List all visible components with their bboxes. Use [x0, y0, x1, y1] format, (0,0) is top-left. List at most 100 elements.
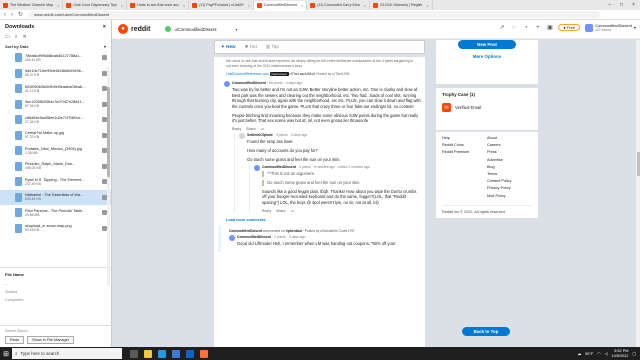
- load-more-comments[interactable]: Load more comments: [214, 216, 425, 224]
- redownload-button[interactable]: Redo: [5, 336, 25, 344]
- sort-new[interactable]: ✦ New: [221, 44, 236, 50]
- close-icon[interactable]: ×: [426, 3, 428, 8]
- reply-button[interactable]: Reply: [232, 127, 241, 131]
- browser-tab[interactable]: Hurts to see that once acc ×: [127, 0, 190, 10]
- footer-link[interactable]: Mod Policy: [487, 194, 532, 198]
- browser-tab-active[interactable]: CommodifiedDissent ×: [253, 0, 308, 10]
- store-icon[interactable]: [172, 349, 180, 358]
- subreddit-link[interactable]: r/TheLawAllGo2: [289, 72, 315, 76]
- subreddit-link[interactable]: r/phenibut: [286, 229, 302, 233]
- add-post-icon[interactable]: +: [534, 24, 541, 31]
- minimize-icon[interactable]: –: [608, 2, 611, 8]
- firefox-icon[interactable]: [200, 349, 208, 358]
- edge-icon[interactable]: [158, 349, 166, 358]
- footer-link[interactable]: Blog: [487, 165, 532, 169]
- browser-tab[interactable]: GLOCK Warranty | Registr ×: [370, 0, 433, 10]
- file-explorer-icon[interactable]: [144, 349, 152, 358]
- footer-link[interactable]: Help: [442, 136, 487, 140]
- task-view-icon[interactable]: [130, 349, 138, 358]
- download-item[interactable]: Pezzullo_Ralph_Mario_Don... 408.05 KB: [0, 159, 111, 175]
- footer-link[interactable]: About: [487, 136, 532, 140]
- reddit-wordmark[interactable]: reddit: [131, 26, 150, 33]
- footer-link[interactable]: Content Policy: [487, 179, 532, 183]
- close-icon[interactable]: ×: [103, 24, 106, 30]
- download-item[interactable]: Portales_New_Mexico_(1904).jpg 1.06 MB: [0, 143, 111, 159]
- maximize-icon[interactable]: □: [620, 2, 623, 8]
- footer-link[interactable]: Terms: [487, 172, 532, 176]
- download-item[interactable]: 602f050b0b2b9b9ef3eaaba09ea8... 41.12 KB: [0, 81, 111, 97]
- taskbar: ⊞ ⌕ Type here to search ☁ 50°F ◠ ◁ 5:52 …: [0, 347, 640, 360]
- show-in-folder-button[interactable]: Show In File Manager: [27, 336, 75, 344]
- advertise-icon[interactable]: ▣: [546, 24, 553, 31]
- close-icon[interactable]: ×: [364, 3, 366, 8]
- share-button[interactable]: Share: [276, 209, 285, 213]
- downloads-scrollbar[interactable]: [107, 67, 110, 285]
- reply-button[interactable]: Reply: [262, 209, 271, 213]
- trophy-item[interactable]: ✉ Verified Email: [442, 103, 532, 112]
- footer-link[interactable]: Careers: [487, 143, 532, 147]
- close-icon[interactable]: ×: [121, 3, 123, 8]
- comment-author[interactable]: SettimelOlphole: [247, 133, 273, 137]
- forward-icon[interactable]: ›: [11, 12, 13, 18]
- download-item[interactable]: Ryan N.S. Topping - The Element... 247.49…: [0, 174, 111, 190]
- weather-icon[interactable]: ☁: [577, 351, 581, 356]
- share-button[interactable]: Share: [246, 127, 255, 131]
- more-options-button[interactable]: More Options: [436, 54, 538, 59]
- download-item[interactable]: 78ea8ccf9f5dd8ca6d6127788a1... 118.44 KB: [0, 50, 111, 66]
- free-coins-button[interactable]: ● Free: [558, 24, 581, 31]
- url-field[interactable]: www.reddit.com/user/CommodifiedDissent: [28, 11, 600, 18]
- more-options-icon[interactable]: •••: [291, 209, 295, 213]
- close-icon[interactable]: ×: [301, 3, 303, 8]
- network-icon[interactable]: ◠: [597, 351, 600, 356]
- mail-icon[interactable]: [186, 349, 194, 358]
- close-icon[interactable]: ×: [247, 3, 249, 8]
- page-scrollbar[interactable]: [636, 40, 640, 347]
- footer-link[interactable]: Advertise: [487, 158, 532, 162]
- notification-icon[interactable]: ◔: [522, 24, 529, 31]
- download-item[interactable]: Nathaniel - The Essentials of Ma... 640.6…: [0, 189, 111, 205]
- windows-start-icon[interactable]: ⊞: [0, 350, 12, 358]
- sort-hot[interactable]: ✹ Hot: [245, 44, 257, 50]
- download-size: 27.34 KB: [25, 119, 39, 124]
- new-post-button[interactable]: New Post: [458, 40, 516, 49]
- download-item[interactable]: c86a54e5ad38ee1d2e71f7f4f0ce... 27.34 KB: [0, 112, 111, 128]
- footer-link[interactable]: Press: [487, 150, 532, 154]
- comment-author[interactable]: CommodifiedDissent: [237, 235, 271, 239]
- popular-icon[interactable]: ↗: [498, 24, 505, 31]
- close-icon[interactable]: ×: [57, 3, 59, 8]
- sort-top[interactable]: ▥ Top: [266, 44, 279, 50]
- sort-dropdown[interactable]: Sort by Date ▾: [0, 43, 111, 50]
- download-item[interactable]: 0ec12055b5384c7e07407e28641... 87.94 KB: [0, 97, 111, 113]
- folder-icon[interactable]: ▭: [5, 34, 10, 40]
- trash-icon[interactable]: ✕: [23, 34, 27, 40]
- browser-tab[interactable]: The Weather Channel Map ×: [0, 0, 64, 10]
- chat-icon[interactable]: ◌: [510, 24, 517, 31]
- browser-tab[interactable]: (11) PayPForward | u/JaMH ×: [189, 0, 254, 10]
- notifications-icon[interactable]: ▢: [632, 351, 636, 356]
- back-icon[interactable]: ‹: [4, 12, 6, 18]
- download-item[interactable]: 9de10e71fee99de6b18b6b69e9b... 65.37 KB: [0, 66, 111, 82]
- more-options-icon[interactable]: •••: [261, 127, 265, 131]
- browser-tab[interactable]: Cole Cove Dispensary Tips ×: [63, 0, 128, 10]
- close-window-icon[interactable]: ×: [632, 2, 635, 8]
- download-item[interactable]: Paul Parsons - The Periodic Table... 24.6…: [0, 205, 111, 221]
- back-to-top-button[interactable]: Back to Top: [462, 327, 510, 336]
- reddit-logo-icon[interactable]: ●: [118, 24, 128, 34]
- comment-author[interactable]: CommodifiedDissent: [262, 165, 296, 169]
- search-icon[interactable]: ⌕: [15, 34, 18, 40]
- footer-link[interactable]: Privacy Policy: [487, 186, 532, 190]
- browser-tab[interactable]: (11) Concealed Carry Wea ×: [307, 0, 371, 10]
- user-menu[interactable]: CommodifiedDissent 157 karma ▾: [585, 23, 636, 32]
- clock[interactable]: 5:52 PM 10/5/2022: [612, 349, 629, 358]
- volume-icon[interactable]: ◁: [605, 351, 608, 356]
- taskbar-search[interactable]: ⌕ Type here to search: [12, 348, 122, 359]
- comment-author[interactable]: CommodifiedDissent: [232, 81, 266, 85]
- folder-icon[interactable]: [102, 55, 107, 61]
- reload-icon[interactable]: ↻: [18, 11, 23, 18]
- footer-link[interactable]: Reddit Coins: [442, 143, 487, 147]
- footer-link[interactable]: Reddit Premium: [442, 150, 487, 154]
- community-selector[interactable]: u/CommodifiedDissent ▾: [162, 24, 240, 34]
- download-item[interactable]: skupload_cr-snow-map.png 94.16 KB: [0, 221, 111, 237]
- download-item[interactable]: Cereal No Make-up.jpg 97.22 KB: [0, 128, 111, 144]
- close-icon[interactable]: ×: [183, 3, 185, 8]
